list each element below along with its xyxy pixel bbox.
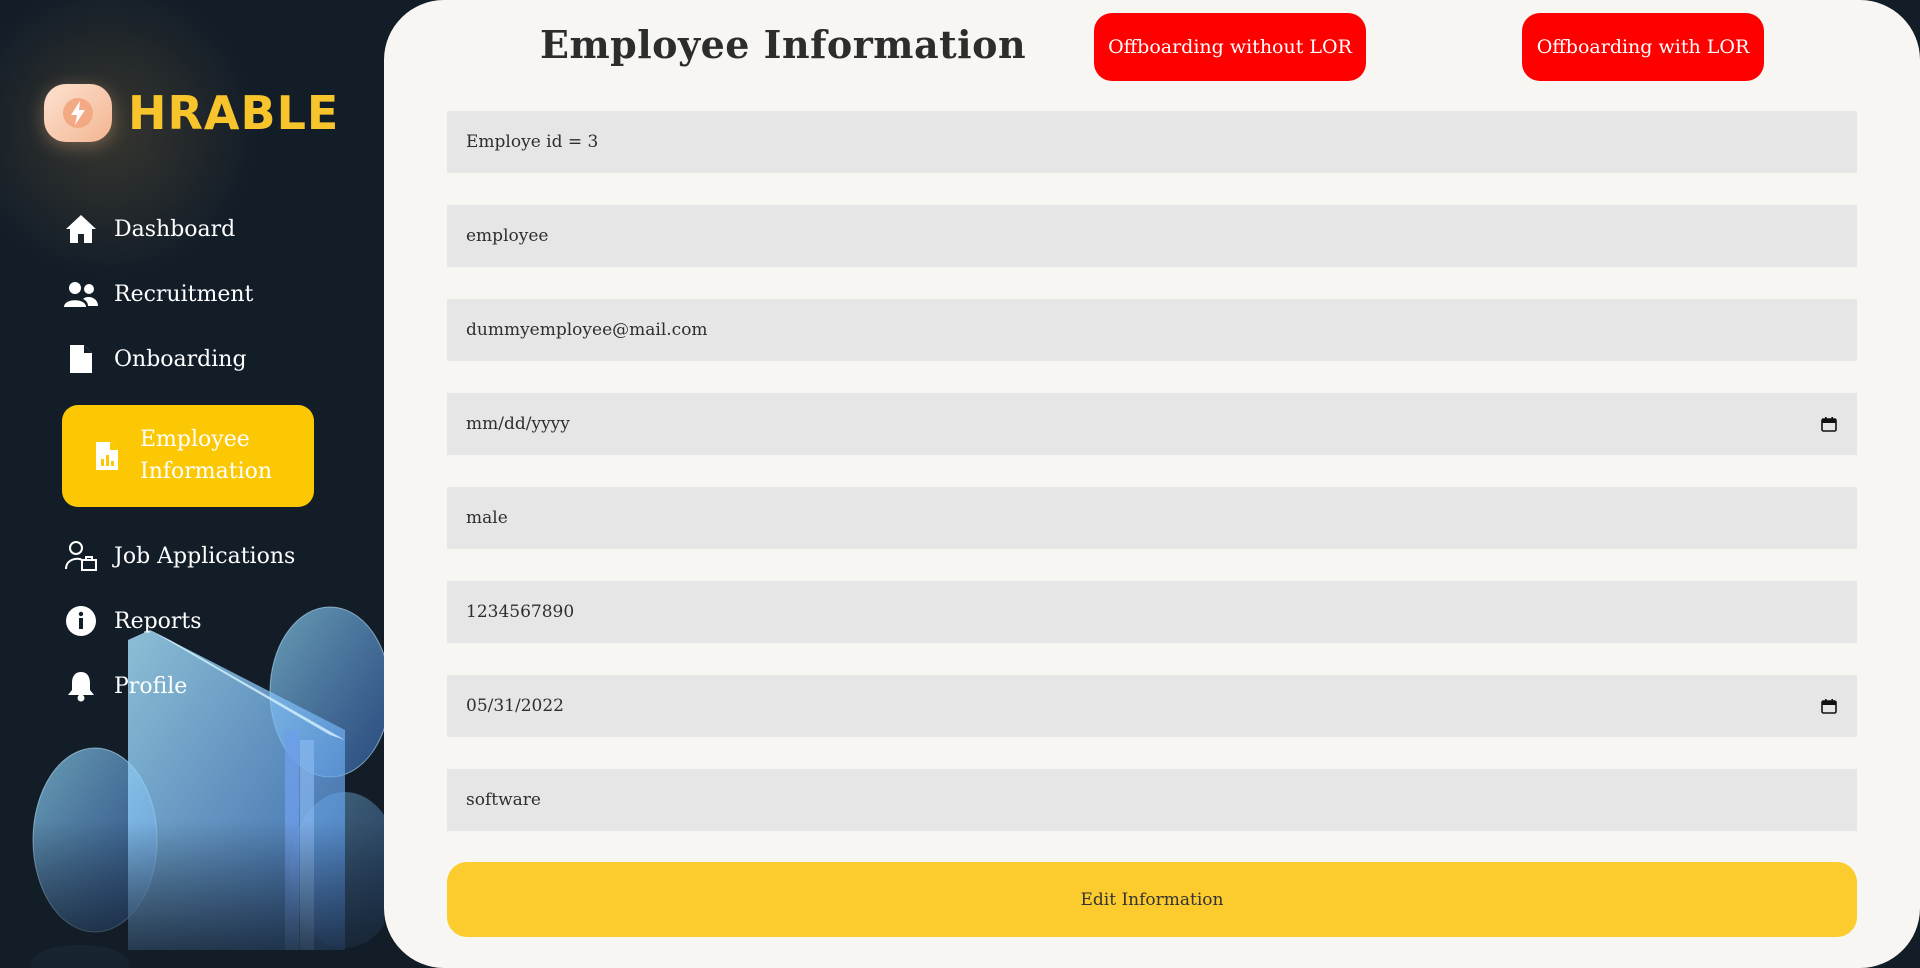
bolt-icon: [44, 84, 112, 142]
app-root: HRABLE Dashboard Recruitment Onboarding …: [0, 0, 1920, 968]
sidebar-item-job-applications[interactable]: Job Applications: [62, 537, 322, 575]
sidebar-item-label: Dashboard: [114, 216, 236, 242]
sidebar-item-onboarding[interactable]: Onboarding: [62, 340, 322, 378]
sidebar-item-label: Reports: [114, 608, 202, 634]
sidebar-nav: Dashboard Recruitment Onboarding Employe…: [62, 210, 322, 732]
brand-name: HRABLE: [128, 86, 340, 140]
sidebar-item-label: Job Applications: [114, 543, 296, 569]
sidebar: HRABLE Dashboard Recruitment Onboarding …: [0, 0, 384, 968]
bell-icon: [62, 667, 100, 705]
sidebar-item-label: Employee Information: [140, 427, 273, 484]
file-chart-icon: [88, 437, 126, 475]
employee-id-value: Employe id = 3: [466, 132, 599, 152]
sidebar-item-label: Recruitment: [114, 281, 254, 307]
email-field[interactable]: dummyemployee@mail.com: [447, 299, 1857, 361]
sidebar-item-reports[interactable]: Reports: [62, 602, 322, 640]
user-briefcase-icon: [62, 537, 100, 575]
email-value: dummyemployee@mail.com: [466, 320, 708, 340]
name-field[interactable]: employee: [447, 205, 1857, 267]
name-value: employee: [466, 226, 549, 246]
dob-date-field[interactable]: mm/dd/yyyy: [447, 393, 1857, 455]
sidebar-item-label: Onboarding: [114, 346, 247, 372]
users-icon: [62, 275, 100, 313]
offboarding-with-lor-button[interactable]: Offboarding with LOR: [1522, 13, 1764, 81]
sidebar-item-profile[interactable]: Profile: [62, 667, 322, 705]
sidebar-item-dashboard[interactable]: Dashboard: [62, 210, 322, 248]
department-field[interactable]: software: [447, 769, 1857, 831]
employee-id-field[interactable]: Employe id = 3: [447, 111, 1857, 173]
page-title: Employee Information: [540, 22, 1027, 67]
offboarding-without-lor-button[interactable]: Offboarding without LOR: [1094, 13, 1366, 81]
join-date-value: 05/31/2022: [466, 696, 564, 716]
brand[interactable]: HRABLE: [44, 84, 339, 142]
calendar-icon[interactable]: [1821, 416, 1837, 432]
join-date-field[interactable]: 05/31/2022: [447, 675, 1857, 737]
department-value: software: [466, 790, 541, 810]
file-icon: [62, 340, 100, 378]
sidebar-item-recruitment[interactable]: Recruitment: [62, 275, 322, 313]
calendar-icon[interactable]: [1821, 698, 1837, 714]
main-card: Employee Information Offboarding without…: [384, 0, 1920, 968]
sidebar-item-label: Profile: [114, 673, 188, 699]
phone-value: 1234567890: [466, 602, 575, 622]
edit-information-button[interactable]: Edit Information: [447, 862, 1857, 937]
home-icon: [62, 210, 100, 248]
dob-placeholder: mm/dd/yyyy: [466, 414, 570, 434]
info-icon: [62, 602, 100, 640]
phone-field[interactable]: 1234567890: [447, 581, 1857, 643]
employee-form: Employe id = 3 employee dummyemployee@ma…: [447, 111, 1857, 863]
gender-value: male: [466, 508, 508, 528]
gender-field[interactable]: male: [447, 487, 1857, 549]
sidebar-item-employee-information[interactable]: Employee Information: [62, 405, 314, 507]
